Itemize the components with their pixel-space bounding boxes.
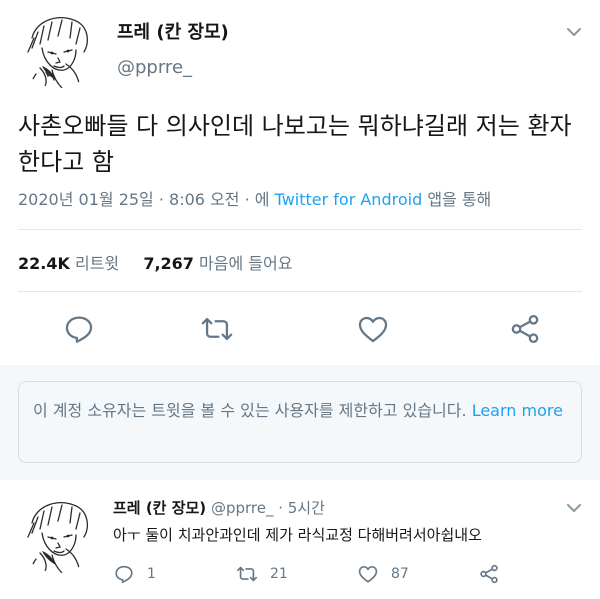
- reply-avatar[interactable]: [18, 493, 98, 573]
- divider: [18, 291, 582, 292]
- likes-count: 7,267: [143, 254, 194, 273]
- reply-share-action[interactable]: [478, 562, 512, 586]
- learn-more-link[interactable]: Learn more: [472, 401, 563, 420]
- tweet-text: 사촌오빠들 다 의사인데 나보고는 뭐하냐길래 저는 환자한다고 함: [18, 112, 572, 176]
- share-icon: [480, 564, 498, 584]
- divider: [18, 229, 582, 230]
- reply-text: 아ㅜ 둘이 치과안과인데 제가 라식교정 다해버려서아쉽내오: [113, 526, 482, 544]
- heart-icon: [358, 566, 378, 583]
- reply-header: 프레 (칸 장모) @pprre_ · 5시간: [113, 497, 325, 518]
- reply-comment-action[interactable]: 1: [113, 562, 156, 586]
- reply-display-name[interactable]: 프레 (칸 장모): [113, 499, 206, 517]
- tweet-metadata: 2020년 01월 25일 · 8:06 오전 · 에 Twitter for …: [18, 186, 491, 210]
- chevron-down-icon[interactable]: [564, 22, 584, 42]
- via-suffix: 앱을 통해: [427, 190, 492, 209]
- via-app-link[interactable]: Twitter for Android: [275, 190, 423, 209]
- retweet-count: 21: [270, 566, 288, 582]
- likes-stat[interactable]: 7,267 마음에 들어요: [143, 254, 292, 273]
- comment-icon: [115, 565, 133, 584]
- retweet-icon: [237, 566, 257, 582]
- avatar-illustration: [18, 493, 98, 573]
- retweets-label: 리트윗: [74, 254, 120, 273]
- reply-like-action[interactable]: 87: [357, 562, 409, 586]
- notice-text: 이 계정 소유자는 트윗을 볼 수 있는 사용자를 제한하고 있습니다.: [33, 401, 467, 420]
- avatar-illustration: [18, 8, 98, 88]
- reply-count: 1: [147, 566, 156, 582]
- comment-icon[interactable]: [62, 312, 96, 346]
- retweets-count: 22.4K: [18, 254, 70, 273]
- avatar[interactable]: [18, 8, 98, 88]
- reply-retweet-action[interactable]: 21: [236, 562, 288, 586]
- like-count: 87: [391, 566, 409, 582]
- share-icon[interactable]: [508, 312, 542, 346]
- likes-label: 마음에 들어요: [199, 254, 293, 273]
- user-handle[interactable]: @pprre_: [117, 57, 192, 78]
- reply-handle-time[interactable]: @pprre_ · 5시간: [211, 499, 325, 517]
- display-name[interactable]: 프레 (칸 장모): [117, 18, 229, 44]
- tweet-stats: 22.4K 리트윗 7,267 마음에 들어요: [18, 250, 292, 274]
- protected-account-notice: 이 계정 소유자는 트윗을 볼 수 있는 사용자를 제한하고 있습니다. Lea…: [18, 381, 582, 463]
- heart-icon[interactable]: [356, 312, 390, 346]
- chevron-down-icon[interactable]: [564, 498, 584, 518]
- retweets-stat[interactable]: 22.4K 리트윗: [18, 254, 124, 273]
- tweet-timestamp[interactable]: 2020년 01월 25일 · 8:06 오전 · 에: [18, 190, 269, 209]
- retweet-icon[interactable]: [200, 312, 234, 346]
- tweet-detail-page: 프레 (칸 장모) @pprre_ 사촌오빠들 다 의사인데 나보고는 뭐하냐길…: [0, 0, 600, 599]
